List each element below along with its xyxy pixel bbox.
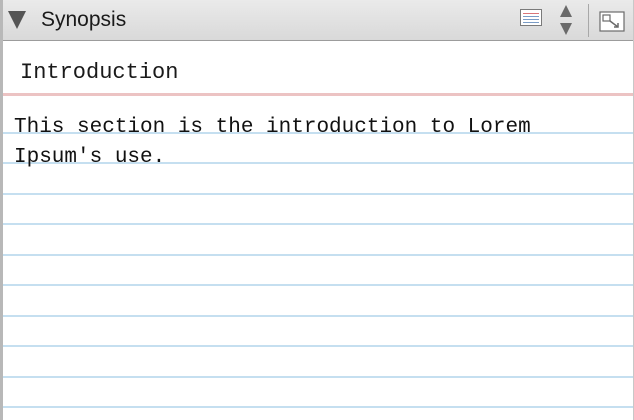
- header-divider: [588, 4, 589, 37]
- index-card-icon[interactable]: [520, 9, 542, 26]
- ruled-line: [3, 223, 633, 225]
- ruled-line: [3, 193, 633, 195]
- ruled-line: [3, 315, 633, 317]
- ruled-line: [3, 284, 633, 286]
- ruled-line: [3, 376, 633, 378]
- expand-panel-icon[interactable]: [599, 11, 625, 32]
- stepper-down-icon[interactable]: [560, 23, 572, 35]
- synopsis-text[interactable]: This section is the introduction to Lore…: [14, 113, 614, 173]
- card-title[interactable]: Introduction: [20, 60, 178, 86]
- panel-title: Synopsis: [41, 8, 127, 31]
- stepper-up-icon[interactable]: [560, 5, 572, 17]
- ruled-line: [3, 345, 633, 347]
- index-card[interactable]: Introduction This section is the introdu…: [3, 41, 633, 420]
- ruled-line: [3, 406, 633, 408]
- synopsis-panel: Synopsis Introduction This section is th…: [0, 0, 634, 420]
- panel-header: Synopsis: [3, 0, 633, 41]
- disclosure-triangle-down-icon[interactable]: [8, 11, 26, 29]
- ruled-line: [3, 254, 633, 256]
- up-down-stepper-icon[interactable]: [560, 5, 574, 37]
- title-rule: [3, 93, 633, 96]
